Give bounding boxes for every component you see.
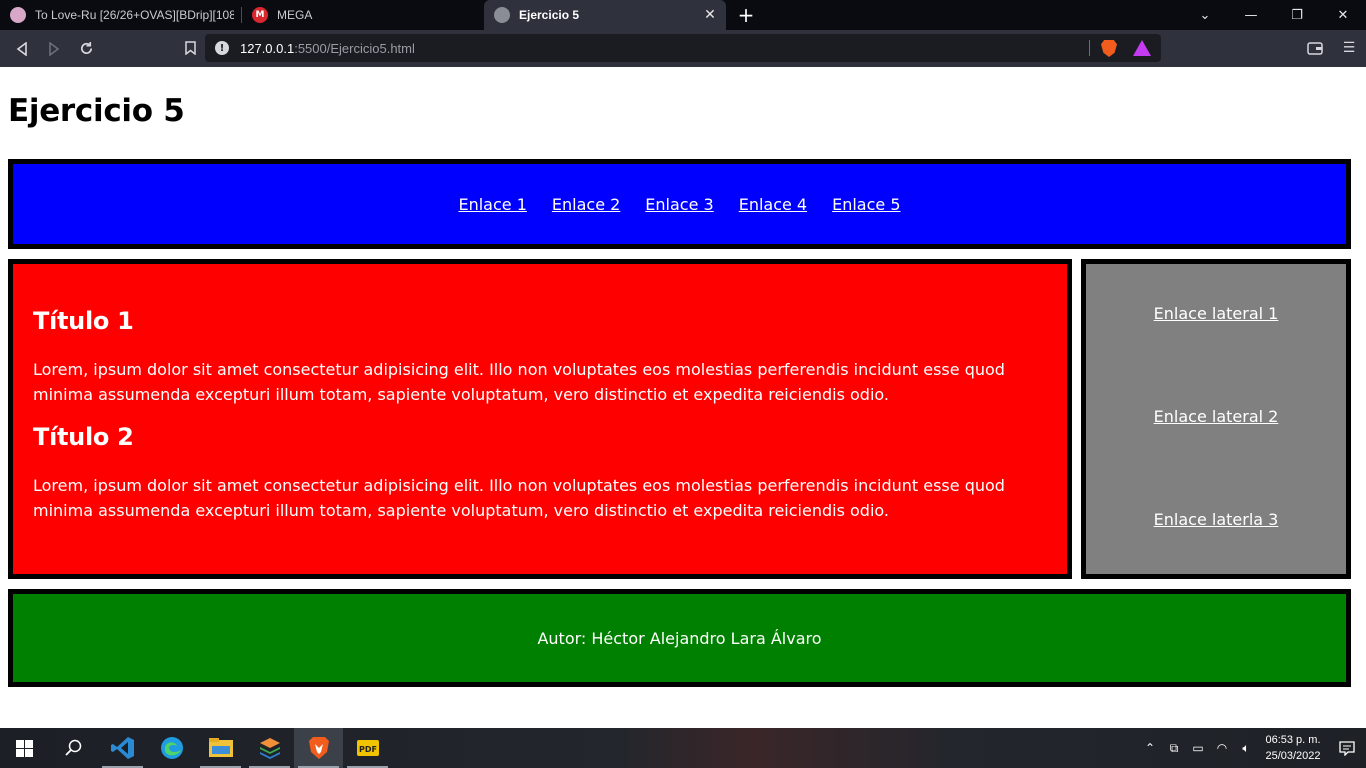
nav-link-2[interactable]: Enlace 2	[552, 195, 620, 214]
arrow-left-icon	[16, 41, 27, 56]
web-page: Ejercicio 5 Enlace 1 Enlace 2 Enlace 3 E…	[0, 67, 1366, 728]
info-icon[interactable]: !	[215, 41, 229, 55]
edge-app[interactable]	[147, 728, 196, 768]
sidebar-link-2[interactable]: Enlace lateral 2	[1086, 407, 1346, 426]
windows-start-icon	[16, 739, 33, 757]
reload-button[interactable]	[70, 34, 102, 64]
forward-button[interactable]	[38, 34, 70, 64]
wallet-button[interactable]	[1298, 33, 1332, 63]
wallet-icon	[1307, 41, 1323, 55]
tab-title: MEGA	[277, 8, 313, 22]
tab-search-chevron-icon[interactable]: ⌄	[1182, 0, 1228, 30]
edge-icon	[160, 737, 183, 759]
reload-icon	[80, 41, 92, 54]
nav-link-5[interactable]: Enlace 5	[832, 195, 900, 214]
window-controls: ⌄ — ❐ ✕	[1182, 0, 1366, 30]
sidebar: Enlace lateral 1 Enlace lateral 2 Enlace…	[1081, 259, 1351, 579]
tab-title: To Love-Ru [26/26+OVAS][BDrip][1080	[35, 8, 234, 22]
minimize-icon[interactable]: —	[1228, 0, 1274, 30]
notification-center-button[interactable]	[1328, 728, 1366, 768]
close-window-icon[interactable]: ✕	[1320, 0, 1366, 30]
battery-icon[interactable]: ▭	[1186, 728, 1210, 768]
section-1-title: Título 1	[33, 307, 134, 335]
layers-app[interactable]	[245, 728, 294, 768]
arrow-right-icon	[49, 41, 60, 56]
footer-author: Autor: Héctor Alejandro Lara Álvaro	[537, 628, 822, 648]
bookmark-icon	[184, 41, 196, 55]
tab-title: Ejercicio 5	[519, 8, 580, 22]
toolbar-right-actions: ☰	[1298, 33, 1366, 63]
browser-toolbar: ! 127.0.0.1:5500/Ejercicio5.html ☰	[0, 30, 1366, 67]
top-navigation: Enlace 1 Enlace 2 Enlace 3 Enlace 4 Enla…	[8, 159, 1351, 249]
system-clock[interactable]: 06:53 p. m. 25/03/2022	[1258, 732, 1328, 764]
notification-icon	[1339, 741, 1355, 756]
section-2-text: Lorem, ipsum dolor sit amet consectetur …	[33, 476, 1005, 520]
clock-date: 25/03/2022	[1265, 750, 1321, 762]
volume-icon[interactable]: 🔈︎	[1234, 728, 1258, 768]
svg-text:PDF: PDF	[359, 745, 377, 754]
address-bar-divider	[1089, 40, 1090, 56]
brave-app[interactable]	[294, 728, 343, 768]
menu-button[interactable]: ☰	[1332, 33, 1366, 63]
sidebar-link-1[interactable]: Enlace lateral 1	[1086, 304, 1346, 323]
main-content: Título 1 Lorem, ipsum dolor sit amet con…	[8, 259, 1072, 579]
meet-now-icon[interactable]: ⧉	[1162, 728, 1186, 768]
mega-favicon-icon: M	[252, 7, 268, 23]
close-tab-icon[interactable]: ✕	[702, 7, 718, 23]
clock-time: 06:53 p. m.	[1265, 734, 1321, 746]
brave-icon	[308, 737, 329, 759]
anime-favicon-icon	[10, 7, 26, 23]
url-host: 127.0.0.1	[240, 40, 295, 56]
restore-icon[interactable]: ❐	[1274, 0, 1320, 30]
tab-ejercicio-5[interactable]: Ejercicio 5 ✕	[484, 0, 726, 30]
url-path: :5500/Ejercicio5.html	[294, 40, 415, 56]
tab-to-love-ru[interactable]: To Love-Ru [26/26+OVAS][BDrip][1080	[0, 0, 242, 30]
start-button[interactable]	[0, 728, 49, 768]
browser-tab-strip: To Love-Ru [26/26+OVAS][BDrip][1080 M ME…	[0, 0, 1366, 30]
page-title: Ejercicio 5	[8, 93, 185, 129]
system-tray: ⌃ ⧉ ▭ ◠ 🔈︎ 06:53 p. m. 25/03/2022	[1138, 728, 1366, 768]
nav-link-3[interactable]: Enlace 3	[645, 195, 713, 214]
windows-taskbar: PDF ⌃ ⧉ ▭ ◠ 🔈︎ 06:53 p. m. 25/03/2022	[0, 728, 1366, 768]
vscode-icon	[110, 737, 134, 759]
section-1-text: Lorem, ipsum dolor sit amet consectetur …	[33, 360, 1005, 404]
wifi-icon[interactable]: ◠	[1210, 728, 1234, 768]
pdf-icon: PDF	[356, 740, 379, 756]
search-icon	[64, 739, 81, 756]
brave-rewards-icon[interactable]	[1133, 40, 1151, 56]
sidebar-link-3[interactable]: Enlace laterla 3	[1086, 510, 1346, 529]
file-explorer-icon	[208, 738, 233, 757]
url-text: 127.0.0.1:5500/Ejercicio5.html	[240, 41, 415, 56]
section-2-title: Título 2	[33, 423, 134, 451]
chevron-up-icon[interactable]: ⌃	[1138, 728, 1162, 768]
back-button[interactable]	[6, 34, 38, 64]
nav-link-4[interactable]: Enlace 4	[739, 195, 807, 214]
new-tab-button[interactable]: +	[726, 0, 766, 30]
file-explorer-app[interactable]	[196, 728, 245, 768]
hamburger-menu-icon: ☰	[1342, 40, 1356, 56]
vscode-app[interactable]	[98, 728, 147, 768]
bookmark-button[interactable]	[174, 33, 206, 63]
layers-app-icon	[259, 738, 280, 759]
globe-favicon-icon	[494, 7, 510, 23]
pdf-app[interactable]: PDF	[343, 728, 392, 768]
address-bar[interactable]: ! 127.0.0.1:5500/Ejercicio5.html	[205, 34, 1161, 62]
brave-shields-icon[interactable]	[1101, 40, 1117, 57]
page-footer: Autor: Héctor Alejandro Lara Álvaro	[8, 589, 1351, 687]
search-button[interactable]	[49, 728, 98, 768]
tab-mega[interactable]: M MEGA	[242, 0, 484, 30]
nav-link-1[interactable]: Enlace 1	[458, 195, 526, 214]
